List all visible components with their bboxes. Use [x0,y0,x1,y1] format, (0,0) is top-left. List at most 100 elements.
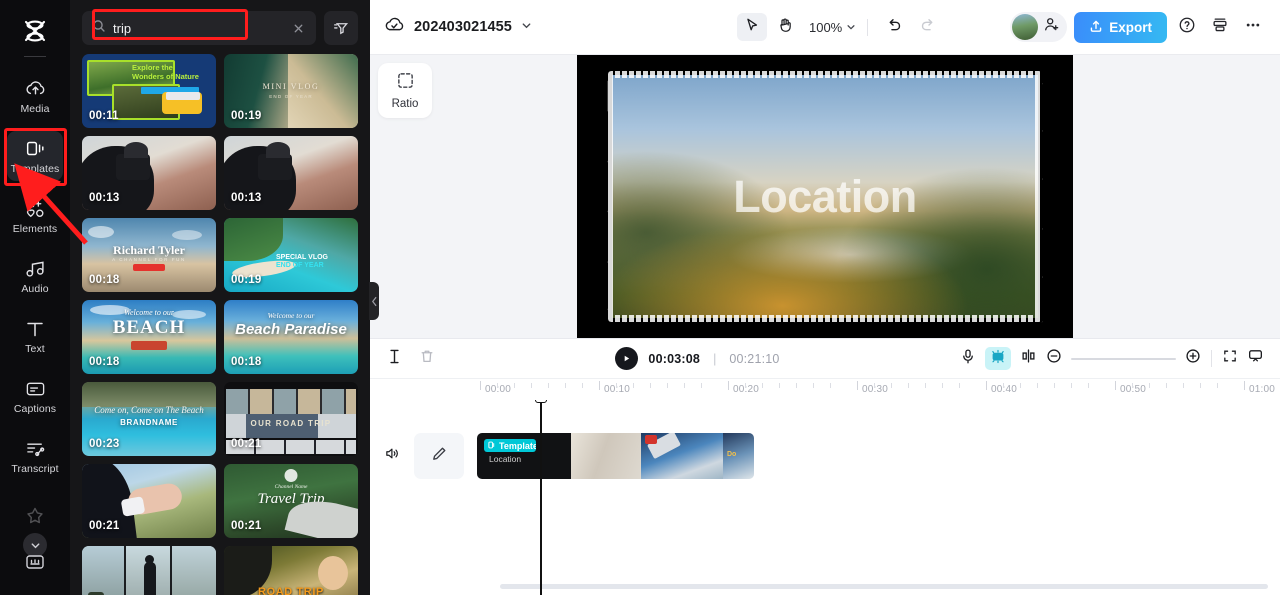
sidebar-item-audio[interactable]: Audio [7,251,63,301]
toolbar-divider [1211,350,1212,367]
rail-divider [24,56,46,57]
preview-overlay-text: Location [733,170,917,222]
timeline-clip[interactable]: Do Template Location [477,433,754,479]
keyboard-shortcut-icon[interactable] [24,552,46,577]
ratio-label: Ratio [391,98,419,110]
clip-sub-label: Location [489,454,522,464]
ruler-label: 00:30 [862,384,889,395]
layers-button[interactable] [1207,14,1233,40]
template-card[interactable]: Welcome to our BEACH 00:18 [82,300,216,374]
template-card[interactable]: Come on, Come on The Beach BRANDNAME 00:… [82,382,216,456]
elements-icon [25,198,46,220]
sidebar-item-text[interactable]: Text [7,311,63,361]
chevron-down-icon [846,20,856,35]
playhead-knob[interactable] [534,400,547,403]
zoom-slider[interactable] [1071,357,1176,360]
more-options-button[interactable] [1240,14,1266,40]
template-caption: BEACH [112,317,186,338]
sidebar-item-templates[interactable]: Templates [7,131,63,181]
ai-tools-button[interactable] [985,347,1011,370]
undo-button[interactable] [879,13,909,41]
hand-tool-button[interactable] [770,13,800,41]
play-button[interactable] [615,347,639,370]
template-card[interactable]: 00:21 [82,464,216,538]
hand-icon [777,17,793,38]
template-card[interactable]: Channel Name Travel Trip 00:21 [224,464,358,538]
stack-icon [1211,16,1229,39]
template-card[interactable]: OUR ROAD TRIP 00:21 [224,382,358,456]
template-card[interactable]: 00:13 [82,136,216,210]
zoom-in-button[interactable] [1185,348,1201,369]
template-card[interactable]: Explore the Wonders of Nature 00:11 [82,54,216,128]
redo-button[interactable] [912,13,942,41]
captions-icon [25,378,46,400]
speaker-icon [384,446,400,466]
page-title: 202403021455 [414,19,512,35]
template-card[interactable] [82,546,216,595]
sparkle-star-icon [25,505,45,527]
capcut-logo-icon[interactable] [18,14,52,48]
toolbar-divider [867,18,869,36]
ratio-button[interactable]: Ratio [378,63,432,118]
templates-grid: Explore the Wonders of Nature 00:11 MINI … [70,54,370,595]
search-box[interactable] [82,11,316,45]
search-input[interactable] [113,20,289,36]
clear-search-icon[interactable] [289,22,308,35]
video-preview-canvas[interactable]: Location [577,55,1073,338]
sidebar-item-captions[interactable]: Captions [7,371,63,421]
project-name-button[interactable]: 202403021455 [384,16,532,39]
template-card[interactable]: ROAD TRIP [224,546,358,595]
template-card[interactable]: MINI VLOG END OF YEAR 00:19 [224,54,358,128]
sidebar-item-elements[interactable]: Elements [7,191,63,241]
timeline-tracks[interactable]: Do Template Location [370,400,1280,595]
monitor-icon[interactable] [1247,348,1264,369]
playhead[interactable] [534,400,547,595]
sidebar-item-media[interactable]: Media [7,71,63,121]
top-right-group: Export [1010,11,1266,43]
sidebar-item-label: Elements [12,222,58,235]
chevron-down-icon[interactable] [521,18,532,36]
fit-screen-icon[interactable] [1222,348,1238,369]
template-card[interactable]: Welcome to our Beach Paradise 00:18 [224,300,358,374]
split-marker-icon[interactable] [1020,348,1037,369]
template-duration: 00:21 [231,438,262,450]
filter-icon[interactable] [324,11,358,45]
select-tool-button[interactable] [736,13,767,41]
timeline-ruler[interactable]: 00:00 00:10 00:20 00:30 00:40 00:50 01:0… [370,378,1280,400]
crop-frame-icon [396,71,415,93]
panel-collapse-button[interactable] [369,282,379,320]
transcript-icon [25,438,46,460]
search-icon [92,19,106,38]
ai-sparkle-icon [990,349,1006,369]
clip-template-badge: Template [484,439,536,452]
clip-segment: Do [723,433,754,479]
search-wrapper [82,11,316,45]
timeline-right-tools [960,347,1264,370]
zoom-out-button[interactable] [1046,348,1062,369]
microphone-icon[interactable] [960,348,976,370]
help-button[interactable] [1174,14,1200,40]
sidebar-item-transcript[interactable]: Transcript [7,431,63,481]
template-duration: 00:19 [231,274,262,286]
add-person-icon[interactable] [1043,16,1060,38]
trash-icon[interactable] [419,348,435,370]
template-duration: 00:11 [89,110,119,122]
edit-clip-button[interactable] [414,433,464,479]
clip-segment [641,433,723,479]
template-card[interactable]: SPECIAL VLOG END OF YEAR 00:19 [224,218,358,292]
template-caption: BRANDNAME [120,418,178,427]
sidebar-item-label: Audio [21,282,49,295]
timeline-horizontal-scrollbar[interactable] [500,584,1268,589]
pencil-edit-icon [430,445,448,468]
track-volume-button[interactable] [370,446,414,466]
sidebar-item-label: Text [25,342,45,355]
user-pill[interactable] [1010,12,1068,42]
export-button[interactable]: Export [1074,11,1167,43]
template-card[interactable]: Richard Tyler A CHANNEL FOR FUN 00:18 [82,218,216,292]
template-card[interactable]: 00:13 [224,136,358,210]
play-triangle-icon [622,350,631,368]
sidebar-item-effects[interactable] [7,491,63,541]
playback-controls: 00:03:08 | 00:21:10 [615,347,779,370]
zoom-level-dropdown[interactable]: 100% [809,20,856,35]
split-clip-icon[interactable] [386,348,403,370]
